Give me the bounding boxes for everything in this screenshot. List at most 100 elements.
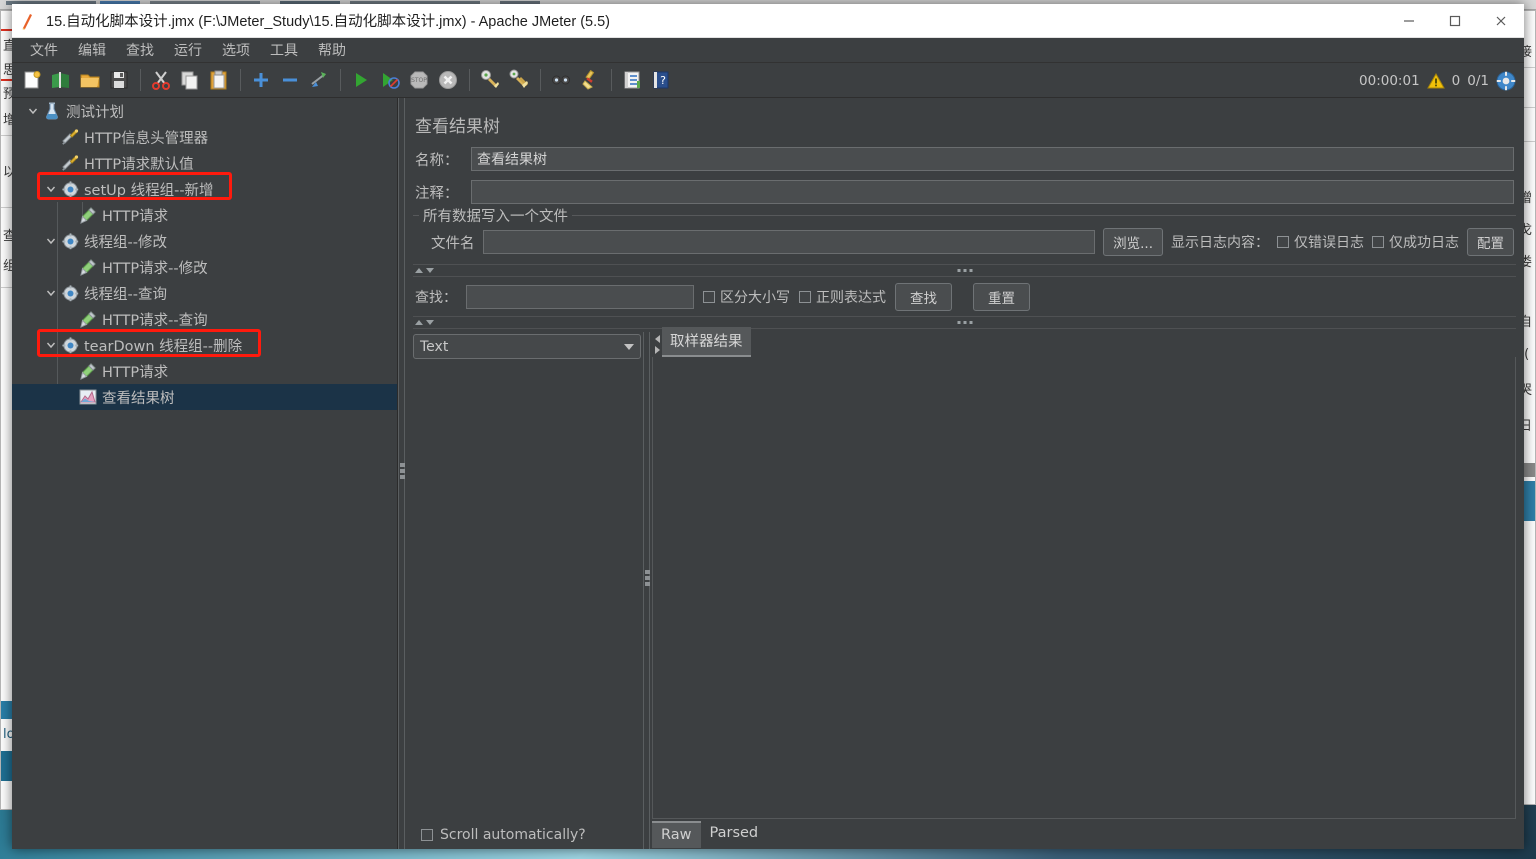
collapse-strip-upper[interactable] <box>413 264 1516 277</box>
connection-icon[interactable] <box>1496 71 1516 91</box>
collapse-arrows[interactable] <box>415 268 434 273</box>
triangle-right-icon[interactable] <box>654 346 660 354</box>
errors-only-box[interactable] <box>1277 236 1289 248</box>
new-file-icon[interactable] <box>18 66 46 94</box>
stop-icon[interactable]: STOP <box>405 66 433 94</box>
toggle-icon[interactable] <box>305 66 333 94</box>
search-button[interactable]: 查找 <box>895 283 952 311</box>
tree-node-test-plan[interactable]: 测试计划 <box>12 98 397 124</box>
triangle-up-icon[interactable] <box>415 320 423 325</box>
chevron-down-icon[interactable] <box>24 98 42 124</box>
splitter-grip[interactable] <box>400 463 405 479</box>
tab-parsed[interactable]: Parsed <box>701 821 768 846</box>
http-sampler-icon <box>78 309 98 329</box>
errors-only-checkbox[interactable]: 仅错误日志 <box>1277 232 1364 252</box>
chevron-down-icon[interactable] <box>42 176 60 202</box>
configure-button[interactable]: 配置 <box>1467 228 1514 256</box>
renderer-select[interactable]: Text <box>413 334 641 359</box>
clear-icon[interactable] <box>476 66 504 94</box>
menu-edit[interactable]: 编辑 <box>68 38 116 63</box>
main-splitter[interactable] <box>398 98 405 849</box>
tree-node-label: 线程组--查询 <box>84 286 167 303</box>
test-plan-tree[interactable]: 测试计划 HTTP信息头管理器 HTTP请求默认值 setUp 线程组--新增 … <box>12 98 398 849</box>
triangle-down-icon[interactable] <box>426 320 434 325</box>
success-only-checkbox[interactable]: 仅成功日志 <box>1372 232 1459 252</box>
open-folder-icon[interactable] <box>76 66 104 94</box>
tree-node-http-request-query[interactable]: HTTP请求--查询 <box>12 306 397 332</box>
collapse-all-icon[interactable] <box>276 66 304 94</box>
regex-label: 正则表达式 <box>816 290 886 306</box>
function-helper-icon[interactable] <box>618 66 646 94</box>
results-list[interactable] <box>413 365 641 821</box>
collapse-arrows[interactable] <box>415 320 434 325</box>
tree-node-http-request[interactable]: HTTP请求 <box>12 202 397 228</box>
svg-text:STOP: STOP <box>411 77 427 84</box>
tree-node-setup-thread-group[interactable]: setUp 线程组--新增 <box>12 176 397 202</box>
chevron-down-icon[interactable] <box>42 332 60 358</box>
search-input[interactable] <box>466 285 694 309</box>
window-title: 15.自动化脚本设计.jmx (F:\JMeter_Study\15.自动化脚本… <box>46 14 611 30</box>
chevron-down-icon[interactable] <box>42 280 60 306</box>
templates-icon[interactable] <box>47 66 75 94</box>
paste-icon[interactable] <box>205 66 233 94</box>
menu-tools[interactable]: 工具 <box>260 38 308 63</box>
reset-search-icon[interactable] <box>576 66 604 94</box>
tree-node-http-request-modify[interactable]: HTTP请求--修改 <box>12 254 397 280</box>
chevron-down-icon[interactable] <box>624 343 634 350</box>
copy-icon[interactable] <box>176 66 204 94</box>
shutdown-icon[interactable] <box>434 66 462 94</box>
toolbar: STOP ? 00:00:01 0 0/1 <box>12 63 1524 98</box>
toolbar-separator <box>611 69 612 91</box>
renderer-column: Text Scroll automatically? <box>413 332 641 849</box>
tree-node-header-manager[interactable]: HTTP信息头管理器 <box>12 124 397 150</box>
reset-button[interactable]: 重置 <box>973 283 1030 311</box>
regex-box[interactable] <box>799 291 811 303</box>
menu-options[interactable]: 选项 <box>212 38 260 63</box>
regex-checkbox[interactable]: 正则表达式 <box>799 287 886 307</box>
tree-node-teardown-thread-group[interactable]: tearDown 线程组--删除 <box>12 332 397 358</box>
warning-triangle-icon[interactable] <box>1426 72 1445 89</box>
triangle-left-icon[interactable] <box>654 335 660 343</box>
menu-file[interactable]: 文件 <box>20 38 68 63</box>
filename-input[interactable] <box>482 230 1096 254</box>
tab-scroll-arrows[interactable] <box>652 332 662 357</box>
tree-node-thread-group-query[interactable]: 线程组--查询 <box>12 280 397 306</box>
tree-node-http-defaults[interactable]: HTTP请求默认值 <box>12 150 397 176</box>
tree-node-view-results-tree[interactable]: 查看结果树 <box>12 384 397 410</box>
maximize-button[interactable] <box>1432 4 1478 38</box>
case-sensitive-checkbox[interactable]: 区分大小写 <box>703 287 790 307</box>
close-button[interactable] <box>1478 4 1524 38</box>
tab-sampler-result[interactable]: 取样器结果 <box>662 327 751 357</box>
start-no-pauses-icon[interactable] <box>376 66 404 94</box>
chevron-down-icon[interactable] <box>42 228 60 254</box>
tree-node-http-request-teardown[interactable]: HTTP请求 <box>12 358 397 384</box>
result-content-area[interactable] <box>652 357 1516 819</box>
minimize-button[interactable] <box>1386 4 1432 38</box>
case-sensitive-box[interactable] <box>703 291 715 303</box>
expand-all-icon[interactable] <box>247 66 275 94</box>
tree-node-thread-group-modify[interactable]: 线程组--修改 <box>12 228 397 254</box>
success-only-box[interactable] <box>1372 236 1384 248</box>
name-input[interactable] <box>471 147 1514 171</box>
scroll-automatically-box[interactable] <box>421 829 433 841</box>
thread-group-icon <box>60 231 80 251</box>
help-icon[interactable]: ? <box>647 66 675 94</box>
clear-all-icon[interactable] <box>505 66 533 94</box>
menu-search[interactable]: 查找 <box>116 38 164 63</box>
browse-button[interactable]: 浏览... <box>1103 228 1163 256</box>
menu-help[interactable]: 帮助 <box>308 38 356 63</box>
triangle-up-icon[interactable] <box>415 268 423 273</box>
tab-raw[interactable]: Raw <box>652 821 701 848</box>
results-splitter[interactable] <box>643 332 650 849</box>
comment-input[interactable] <box>471 180 1514 204</box>
scroll-automatically-checkbox[interactable]: Scroll automatically? <box>413 821 641 849</box>
triangle-down-icon[interactable] <box>426 268 434 273</box>
menu-run[interactable]: 运行 <box>164 38 212 63</box>
start-icon[interactable] <box>347 66 375 94</box>
cut-icon[interactable] <box>147 66 175 94</box>
save-icon[interactable] <box>105 66 133 94</box>
elapsed-timer: 00:00:01 <box>1359 72 1420 89</box>
splitter-grip[interactable] <box>645 570 650 586</box>
search-icon[interactable] <box>547 66 575 94</box>
collapse-strip-lower[interactable] <box>413 316 1516 329</box>
